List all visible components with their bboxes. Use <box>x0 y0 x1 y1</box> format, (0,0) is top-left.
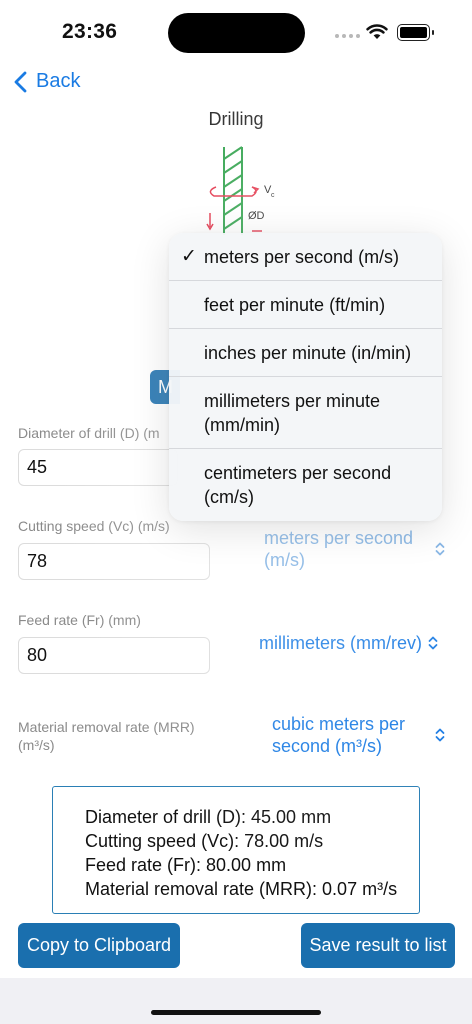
feed-rate-input[interactable]: 80 <box>18 637 210 674</box>
cutting-speed-label: Cutting speed (Vc) (m/s) <box>18 518 170 534</box>
menu-item-label-line2: (mm/min) <box>204 414 280 435</box>
menu-item-label: inches per minute (in/min) <box>204 342 412 363</box>
feed-rate-unit-picker[interactable]: millimeters (mm/rev) <box>259 632 438 654</box>
back-label: Back <box>36 70 81 92</box>
result-box: Diameter of drill (D): 45.00 mm Cutting … <box>52 786 420 914</box>
cellular-signal-icon <box>335 34 360 38</box>
wifi-icon <box>366 24 388 39</box>
diagram-title: Drilling <box>208 109 264 129</box>
menu-item-inches-per-minute[interactable]: inches per minute (in/min) <box>169 329 442 377</box>
battery-icon <box>397 24 434 41</box>
diameter-input[interactable]: 45 <box>18 449 178 486</box>
menu-item-label: millimeters per minute <box>204 390 381 411</box>
menu-item-millimeters-per-minute[interactable]: millimeters per minute (mm/min) <box>169 377 442 449</box>
menu-item-label-line2: (cm/s) <box>204 487 254 507</box>
copy-to-clipboard-button[interactable]: Copy to Clipboard <box>18 923 180 968</box>
mrr-label-line2: (m³/s) <box>18 737 55 753</box>
home-indicator[interactable] <box>151 1010 321 1015</box>
chevron-up-down-icon <box>428 636 438 650</box>
checkmark-icon: ✓ <box>181 245 197 267</box>
result-line: Cutting speed (Vc): 78.00 m/s <box>85 831 324 851</box>
bottom-bar <box>0 978 472 1024</box>
feed-rate-unit-label: millimeters (mm/rev) <box>259 633 422 653</box>
menu-item-meters-per-second[interactable]: ✓ meters per second (m/s) <box>169 233 442 281</box>
status-time: 23:36 <box>62 20 118 43</box>
chevron-left-icon <box>14 71 27 92</box>
unit-dropdown-menu: ✓ meters per second (m/s) feet per minut… <box>169 233 442 521</box>
result-line: Material removal rate (MRR): 0.07 m³/s <box>85 879 398 899</box>
menu-item-feet-per-minute[interactable]: feet per minute (ft/min) <box>169 281 442 329</box>
menu-item-label: meters per second (m/s) <box>204 246 400 267</box>
cutting-speed-unit-line1: meters per second <box>264 528 414 548</box>
menu-item-label: centimeters per second <box>204 463 392 483</box>
diameter-label: Diameter of drill (D) (m <box>18 425 160 441</box>
feed-rate-label: Feed rate (Fr) (mm) <box>18 612 141 628</box>
back-button[interactable]: Back <box>14 70 80 93</box>
result-line: Diameter of drill (D): 45.00 mm <box>85 807 332 827</box>
status-bar: 23:36 <box>0 0 472 62</box>
label-vc-subscript: c <box>271 192 275 199</box>
cutting-speed-input[interactable]: 78 <box>18 543 210 580</box>
mrr-unit-picker[interactable]: cubic meters per second (m³/s) <box>272 713 445 757</box>
cutting-speed-unit-line2: (m/s) <box>264 550 305 570</box>
mrr-unit-line1: cubic meters per <box>272 714 406 734</box>
drilling-diagram: V c ØD <box>206 146 275 235</box>
chevron-up-down-icon <box>435 542 445 556</box>
menu-item-label: feet per minute (ft/min) <box>204 294 386 315</box>
save-result-button[interactable]: Save result to list <box>301 923 455 968</box>
menu-item-centimeters-per-second[interactable]: centimeters per second (cm/s) <box>169 449 442 521</box>
mrr-label-line1: Material removal rate (MRR) <box>18 719 195 735</box>
cutting-speed-unit-picker[interactable]: meters per second (m/s) <box>264 527 445 571</box>
mrr-unit-line2: second (m³/s) <box>272 736 383 756</box>
mrr-label: Material removal rate (MRR) (m³/s) <box>18 718 195 754</box>
label-diameter: ØD <box>248 210 265 222</box>
result-line: Feed rate (Fr): 80.00 mm <box>85 855 287 875</box>
dynamic-island <box>168 13 305 53</box>
chevron-up-down-icon <box>435 728 445 742</box>
